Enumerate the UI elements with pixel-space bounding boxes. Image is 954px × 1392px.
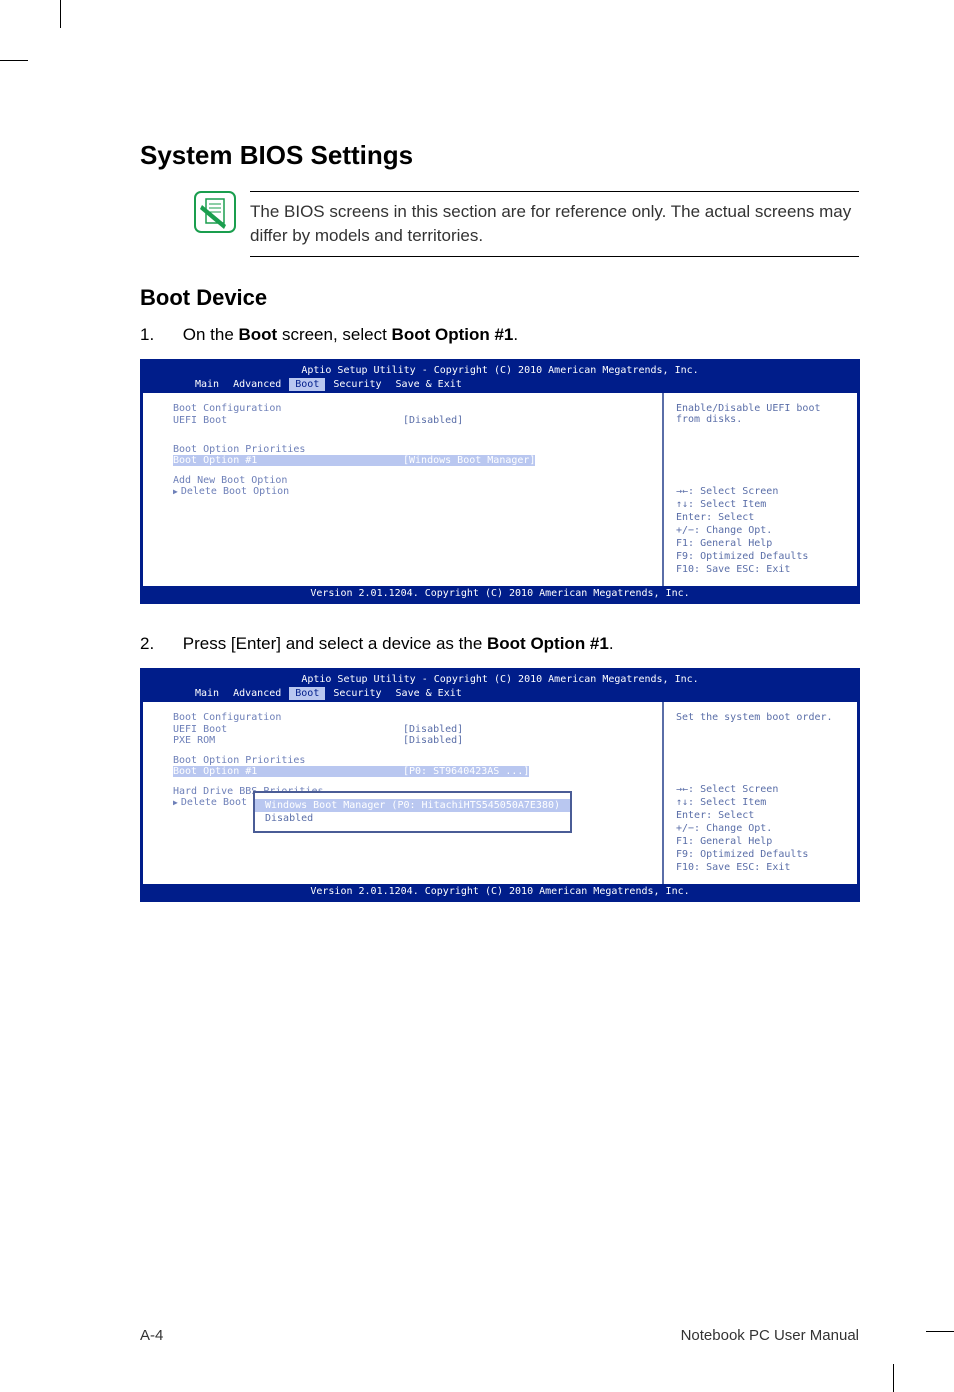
boot-option-1-label: Boot Option #1: [173, 455, 403, 466]
key-hint: F10: Save ESC: Exit: [676, 563, 845, 576]
bios-help-text: Set the system boot order.: [676, 712, 845, 723]
bios-help-text: Enable/Disable UEFI boot from disks.: [676, 403, 845, 425]
page-number: A-4: [140, 1327, 163, 1344]
bios-footer: Version 2.01.1204. Copyright (C) 2010 Am…: [143, 884, 857, 899]
bios-left-panel: Boot Configuration UEFI Boot [Disabled] …: [143, 393, 662, 586]
step-text: .: [609, 634, 614, 653]
bios-header: Aptio Setup Utility - Copyright (C) 2010…: [143, 671, 857, 685]
boot-priorities-label: Boot Option Priorities: [173, 444, 632, 455]
step-bold: Boot: [239, 325, 278, 344]
note-text: The BIOS screens in this section are for…: [250, 191, 859, 257]
step-number: 2.: [140, 634, 178, 654]
key-hint: F9: Optimized Defaults: [676, 550, 845, 563]
key-hint: ↑↓: Select Item: [676, 796, 845, 809]
popup-item: Disabled: [265, 812, 560, 825]
key-hint: Enter: Select: [676, 809, 845, 822]
tab-save-exit: Save & Exit: [390, 687, 468, 700]
key-hint: F10: Save ESC: Exit: [676, 861, 845, 874]
crop-mark: [0, 60, 28, 61]
key-hint: +/−: Change Opt.: [676, 524, 845, 537]
tab-save-exit: Save & Exit: [390, 378, 468, 391]
tab-advanced: Advanced: [227, 687, 287, 700]
page-heading: System BIOS Settings: [140, 140, 859, 171]
key-hint: F1: General Help: [676, 835, 845, 848]
tab-main: Main: [189, 378, 225, 391]
key-hint: ↑↓: Select Item: [676, 498, 845, 511]
tab-boot: Boot: [289, 687, 325, 700]
bios-screenshot-1: Aptio Setup Utility - Copyright (C) 2010…: [140, 359, 860, 604]
bios-key-hints: →←: Select Screen ↑↓: Select Item Enter:…: [676, 783, 845, 874]
add-boot-option: Add New Boot Option: [173, 475, 632, 486]
crop-mark: [60, 0, 61, 28]
step-2: 2. Press [Enter] and select a device as …: [140, 634, 859, 654]
key-hint: →←: Select Screen: [676, 485, 845, 498]
step-text: screen, select: [277, 325, 391, 344]
bios-footer: Version 2.01.1204. Copyright (C) 2010 Am…: [143, 586, 857, 601]
crop-mark: [926, 1331, 954, 1332]
pxe-rom-value: [Disabled]: [403, 735, 463, 746]
boot-config-label: Boot Configuration: [173, 712, 632, 723]
bios-header: Aptio Setup Utility - Copyright (C) 2010…: [143, 362, 857, 376]
crop-mark: [893, 1364, 894, 1392]
boot-priorities-label: Boot Option Priorities: [173, 755, 632, 766]
sub-heading: Boot Device: [140, 285, 859, 311]
boot-option-1-label: Boot Option #1: [173, 766, 403, 777]
note-block: The BIOS screens in this section are for…: [194, 191, 859, 257]
bios-body: Boot Configuration UEFI Boot [Disabled] …: [143, 393, 857, 586]
step-number: 1.: [140, 325, 178, 345]
uefi-boot-label: UEFI Boot: [173, 415, 403, 426]
manual-title: Notebook PC User Manual: [681, 1327, 859, 1344]
boot-config-label: Boot Configuration: [173, 403, 632, 414]
bios-right-panel: Set the system boot order. →←: Select Sc…: [662, 702, 857, 884]
delete-boot-option: Delete Boot Option: [173, 486, 632, 497]
uefi-boot-value: [Disabled]: [403, 415, 463, 426]
boot-option-popup: Windows Boot Manager (P0: HitachiHTS5450…: [253, 791, 572, 833]
bios-screenshot-2: Aptio Setup Utility - Copyright (C) 2010…: [140, 668, 860, 902]
tab-boot: Boot: [289, 378, 325, 391]
tab-main: Main: [189, 687, 225, 700]
key-hint: Enter: Select: [676, 511, 845, 524]
step-text: Press [Enter] and select a device as the: [183, 634, 487, 653]
note-icon: [194, 191, 236, 233]
step-1: 1. On the Boot screen, select Boot Optio…: [140, 325, 859, 345]
key-hint: →←: Select Screen: [676, 783, 845, 796]
step-bold: Boot Option #1: [392, 325, 514, 344]
step-text: .: [513, 325, 518, 344]
uefi-boot-label: UEFI Boot: [173, 724, 403, 735]
bios-right-panel: Enable/Disable UEFI boot from disks. →←:…: [662, 393, 857, 586]
bios-key-hints: →←: Select Screen ↑↓: Select Item Enter:…: [676, 485, 845, 576]
pxe-rom-label: PXE ROM: [173, 735, 403, 746]
tab-advanced: Advanced: [227, 378, 287, 391]
key-hint: +/−: Change Opt.: [676, 822, 845, 835]
popup-item-selected: Windows Boot Manager (P0: HitachiHTS5450…: [255, 799, 570, 812]
tab-security: Security: [327, 378, 387, 391]
tab-security: Security: [327, 687, 387, 700]
boot-option-1-value: [P0: ST9640423AS ...]: [403, 766, 529, 777]
key-hint: F1: General Help: [676, 537, 845, 550]
step-bold: Boot Option #1: [487, 634, 609, 653]
key-hint: F9: Optimized Defaults: [676, 848, 845, 861]
page-footer: A-4 Notebook PC User Manual: [140, 1327, 859, 1344]
step-text: On the: [183, 325, 239, 344]
boot-option-1-value: [Windows Boot Manager]: [403, 455, 535, 466]
uefi-boot-value: [Disabled]: [403, 724, 463, 735]
bios-tabs: MainAdvancedBootSecuritySave & Exit: [143, 685, 857, 702]
bios-tabs: MainAdvancedBootSecuritySave & Exit: [143, 376, 857, 393]
